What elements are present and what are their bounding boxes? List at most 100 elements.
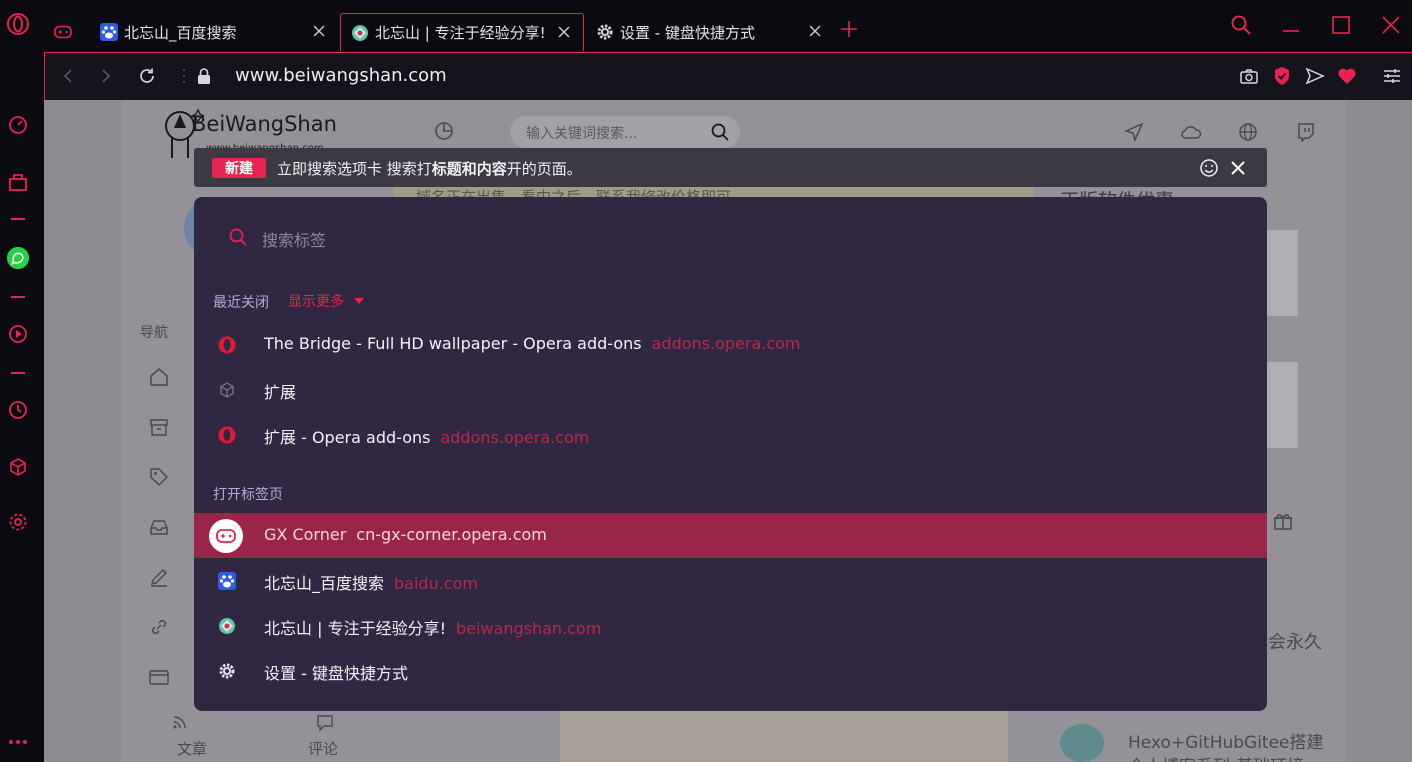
- link-icon[interactable]: [148, 616, 170, 638]
- item-domain: cn-gx-corner.opera.com: [356, 525, 547, 544]
- window-close-icon[interactable]: [1376, 10, 1406, 40]
- gamepad-icon: [209, 519, 243, 553]
- opera-gx-logo-icon[interactable]: [6, 12, 30, 36]
- open-tabs-heading: 打开标签页: [213, 487, 283, 503]
- adblock-shield-icon[interactable]: [1271, 65, 1293, 87]
- sidebar-separator: [11, 296, 25, 298]
- tab-baidu[interactable]: 北忘山_百度搜索: [90, 13, 338, 51]
- back-icon[interactable]: [57, 65, 79, 87]
- settings-gear-icon[interactable]: [6, 510, 30, 534]
- item-domain: addons.opera.com: [651, 334, 801, 353]
- tab-title: 北忘山 | 专注于经验分享!: [375, 24, 546, 42]
- gear-icon: [216, 660, 238, 682]
- item-title: 扩展: [264, 383, 297, 402]
- cloud-icon[interactable]: [1180, 122, 1202, 144]
- heart-icon[interactable]: [1336, 65, 1358, 87]
- item-title: 设置 - 键盘快捷方式: [264, 664, 408, 683]
- close-icon[interactable]: [555, 23, 573, 41]
- search-icon[interactable]: [710, 122, 730, 146]
- smiley-feedback-icon[interactable]: [1199, 158, 1219, 182]
- open-tab-item[interactable]: 设置 - 键盘快捷方式: [194, 648, 1267, 693]
- baidu-paw-icon: [216, 570, 238, 592]
- gift-icon[interactable]: [1272, 510, 1294, 532]
- gear-icon: [596, 23, 614, 41]
- tab-gx-corner[interactable]: [44, 13, 92, 51]
- snapshot-camera-icon[interactable]: [1238, 65, 1260, 87]
- search-icon: [228, 227, 248, 251]
- maximize-icon[interactable]: [1326, 10, 1356, 40]
- twitch-icon[interactable]: [1296, 122, 1318, 144]
- close-icon[interactable]: [310, 22, 328, 40]
- cube-icon: [216, 379, 238, 401]
- rss-icon: [172, 714, 188, 730]
- hexo-article-sub: 个人博客系列-基础环境: [1128, 752, 1304, 762]
- forward-icon[interactable]: [95, 65, 117, 87]
- tab-beiwangshan[interactable]: 北忘山 | 专注于经验分享!: [340, 13, 584, 51]
- show-more-button[interactable]: 显示更多: [288, 291, 364, 311]
- open-tab-item[interactable]: 北忘山_百度搜索 baidu.com: [194, 558, 1267, 603]
- easy-setup-sliders-icon[interactable]: [1381, 65, 1403, 87]
- open-tab-item[interactable]: 北忘山 | 专注于经验分享! beiwangshan.com: [194, 603, 1267, 648]
- comment-icon: [316, 714, 334, 732]
- lock-icon[interactable]: [193, 65, 215, 87]
- item-title: 北忘山_百度搜索: [264, 574, 385, 593]
- minimize-icon[interactable]: [1276, 10, 1306, 40]
- article-tab[interactable]: 文章: [177, 738, 207, 759]
- show-more-label: 显示更多: [288, 294, 344, 310]
- opera-icon: [216, 334, 238, 356]
- beiwangshan-icon: [216, 615, 238, 637]
- card-icon[interactable]: [148, 666, 170, 688]
- item-domain: addons.opera.com: [440, 428, 590, 447]
- pencil-icon[interactable]: [148, 566, 170, 588]
- recently-closed-heading: 最近关闭: [213, 295, 269, 311]
- url-text[interactable]: www.beiwangshan.com: [235, 65, 447, 86]
- tab-search-input[interactable]: 搜索标签: [228, 227, 326, 251]
- tab-search-notice: 新建 立即搜索选项卡 搜索打标题和内容开的页面。: [194, 148, 1267, 187]
- item-title: GX Corner: [264, 525, 347, 544]
- right-snippet: 会永久: [1268, 632, 1322, 653]
- inbox-icon[interactable]: [148, 516, 170, 538]
- globe-icon[interactable]: [1238, 122, 1260, 144]
- location-arrow-icon[interactable]: [1123, 122, 1146, 144]
- item-domain: baidu.com: [394, 574, 478, 593]
- open-tab-item[interactable]: GX Corner cn-gx-corner.opera.com: [194, 513, 1267, 558]
- nav-label: 导航: [140, 325, 168, 341]
- pie-chart-icon[interactable]: [434, 120, 456, 142]
- sidebar: [0, 0, 44, 762]
- recently-closed-item[interactable]: The Bridge - Full HD wallpaper - Opera a…: [194, 322, 1267, 367]
- item-title: The Bridge - Full HD wallpaper - Opera a…: [264, 334, 642, 353]
- player-icon[interactable]: [6, 322, 30, 346]
- home-icon[interactable]: [148, 366, 170, 388]
- comment-tab[interactable]: 评论: [308, 738, 338, 759]
- address-bar: www.beiwangshan.com: [44, 52, 1412, 100]
- recently-closed-item[interactable]: 扩展: [194, 367, 1267, 412]
- divider-dots-icon: [173, 65, 195, 87]
- tab-title: 设置 - 键盘快捷方式: [620, 23, 755, 42]
- tab-settings[interactable]: 设置 - 键盘快捷方式: [586, 13, 834, 51]
- notice-close-icon[interactable]: [1228, 158, 1248, 182]
- history-icon[interactable]: [6, 398, 30, 422]
- tab-search-panel: 搜索标签 最近关闭 显示更多 The Bridge - Full HD wall…: [194, 197, 1267, 711]
- send-flow-icon[interactable]: [1304, 65, 1326, 87]
- new-tab-plus-icon[interactable]: [837, 17, 861, 41]
- reload-icon[interactable]: [136, 65, 158, 87]
- archive-icon[interactable]: [148, 416, 170, 438]
- close-icon[interactable]: [806, 22, 824, 40]
- tag-icon[interactable]: [148, 466, 170, 488]
- search-tabs-icon[interactable]: [1226, 10, 1256, 40]
- whatsapp-icon[interactable]: [6, 246, 30, 270]
- beiwangshan-icon: [351, 24, 369, 42]
- featured-image[interactable]: [560, 711, 1008, 762]
- more-dots-icon[interactable]: [6, 730, 30, 754]
- gx-corner-icon[interactable]: [6, 170, 30, 194]
- hexo-article-title[interactable]: Hexo+GitHubGitee搭建: [1128, 728, 1324, 753]
- item-title: 扩展 - Opera add-ons: [264, 428, 431, 447]
- recently-closed-item[interactable]: 扩展 - Opera add-ons addons.opera.com: [194, 412, 1267, 457]
- sidebar-separator: [11, 372, 25, 374]
- opera-icon: [216, 424, 238, 446]
- extensions-cube-icon[interactable]: [6, 455, 30, 479]
- site-search-input[interactable]: 输入关键词搜索...: [510, 116, 740, 148]
- speed-limiter-icon[interactable]: [6, 113, 30, 137]
- hexo-thumbnail[interactable]: [1060, 724, 1104, 762]
- tab-search-placeholder: 搜索标签: [262, 231, 327, 250]
